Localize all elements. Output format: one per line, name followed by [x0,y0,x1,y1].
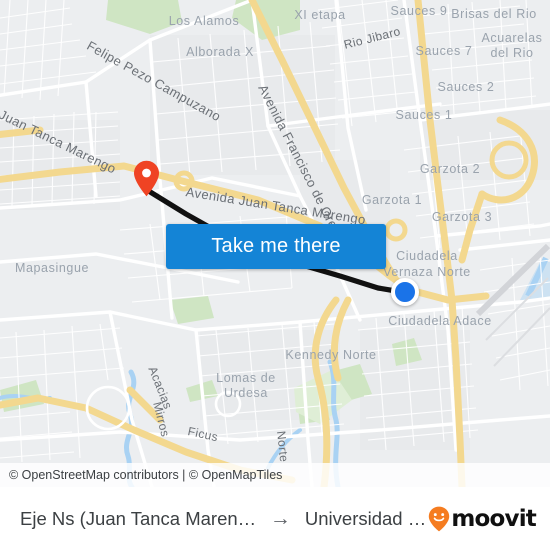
take-me-there-button[interactable]: Take me there [166,224,386,269]
current-location-dot[interactable] [391,278,419,306]
map-canvas[interactable]: Los Alamos XI etapa Sauces 9 Brisas del Rio… [0,0,550,487]
trip-destination-label[interactable]: Universidad Est... [305,508,428,530]
trip-summary-bar: Eje Ns (Juan Tanca Marengo) Y ... → Univ… [0,487,550,550]
moovit-wordmark: moovit [451,505,536,532]
map-screen: Los Alamos XI etapa Sauces 9 Brisas del Rio… [0,0,550,550]
moovit-logo[interactable]: moovit [428,505,537,532]
arrow-right-icon: → [269,507,291,530]
moovit-pin-icon [429,506,450,531]
trip-origin-label[interactable]: Eje Ns (Juan Tanca Marengo) Y ... [20,508,260,530]
destination-pin[interactable] [133,160,160,197]
